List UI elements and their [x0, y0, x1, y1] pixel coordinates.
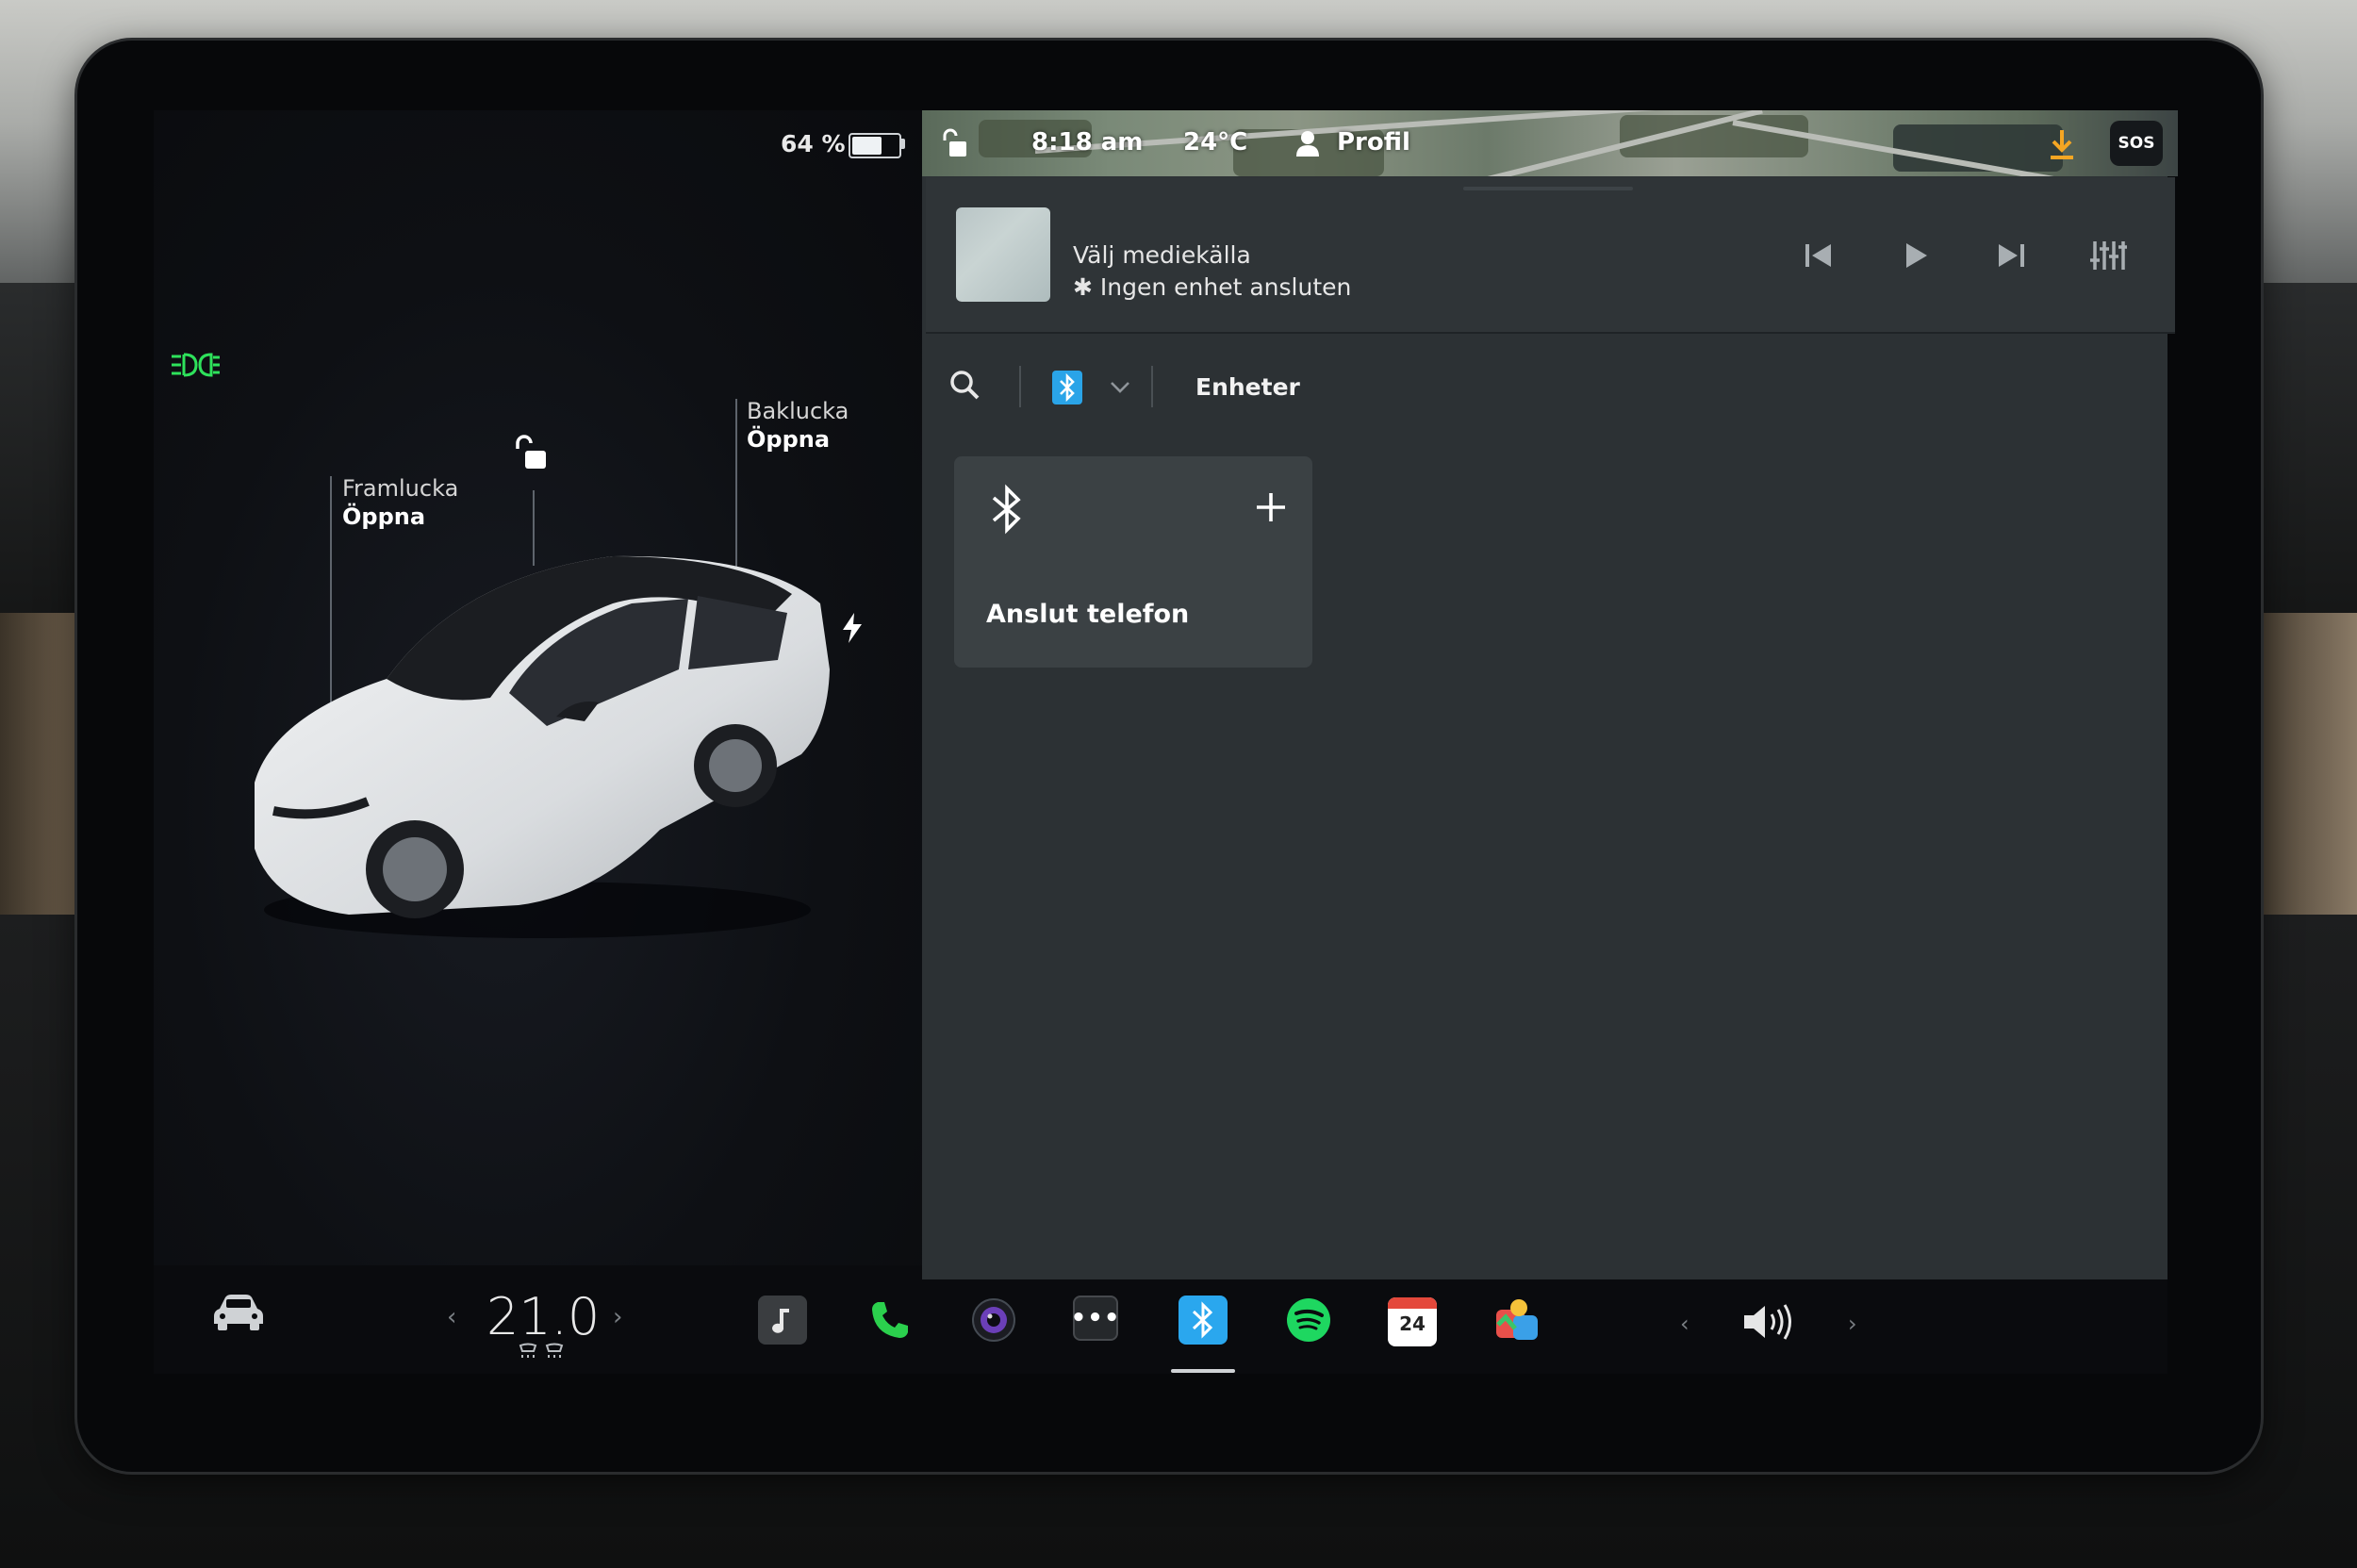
camera-lens-icon — [972, 1298, 1015, 1342]
tab-devices[interactable]: Enheter — [1195, 373, 1300, 401]
frunk-label: Framlucka — [342, 475, 459, 502]
active-app-indicator — [1171, 1369, 1235, 1373]
battery-percent: 64 % — [781, 130, 846, 157]
car-icon[interactable] — [212, 1292, 265, 1331]
cabin-temperature[interactable]: 21.0 — [486, 1287, 600, 1346]
bluetooth-icon[interactable] — [1178, 1296, 1228, 1345]
phone-icon[interactable] — [865, 1296, 915, 1345]
media-subtitle-text: Ingen enhet ansluten — [1099, 273, 1352, 301]
play-icon[interactable] — [1901, 240, 1931, 271]
sos-label: SOS — [2118, 134, 2155, 153]
frunk-action: Öppna — [342, 503, 426, 530]
car-image — [255, 555, 830, 938]
battery-fill — [852, 137, 882, 155]
spotify-icon[interactable] — [1284, 1296, 1333, 1345]
media-source-title[interactable]: Välj mediekälla — [1073, 241, 1251, 269]
calendar-header — [1388, 1297, 1437, 1309]
toolbar-divider — [1019, 366, 1021, 407]
charge-port-icon[interactable] — [839, 611, 865, 645]
toolbar-divider — [1151, 366, 1153, 407]
clock: 8:18 am — [1031, 128, 1144, 157]
equalizer-icon[interactable] — [2089, 239, 2127, 272]
battery-icon — [849, 133, 901, 158]
padlock-icon[interactable] — [940, 127, 970, 159]
connect-phone-label: Anslut telefon — [986, 600, 1190, 629]
trunk-open-button[interactable]: Baklucka Öppna — [747, 397, 849, 454]
search-icon[interactable] — [948, 369, 981, 401]
chevron-down-icon[interactable] — [1109, 377, 1131, 396]
album-art[interactable] — [956, 207, 1050, 302]
trunk-label: Baklucka — [747, 398, 849, 424]
skip-back-icon[interactable] — [1803, 240, 1835, 271]
drag-handle[interactable] — [1463, 187, 1633, 190]
spotify-logo-icon — [1287, 1298, 1330, 1342]
bluetooth-small-icon: ✱ — [1073, 273, 1093, 301]
bluetooth-glyph-icon — [1192, 1301, 1213, 1339]
volume-up-button[interactable]: › — [1848, 1311, 1857, 1337]
bluetooth-source-button[interactable] — [1052, 371, 1082, 404]
trunk-action: Öppna — [747, 426, 831, 453]
battery-tip — [901, 139, 905, 149]
add-icon[interactable] — [1254, 490, 1288, 524]
outside-temperature: 24°C — [1183, 128, 1248, 157]
headlight-icon — [172, 353, 220, 377]
volume-icon[interactable] — [1740, 1301, 1797, 1343]
temp-down-button[interactable]: ‹ — [447, 1303, 456, 1331]
unlock-icon[interactable] — [512, 434, 550, 471]
phone-handset-icon — [872, 1302, 908, 1338]
media-source-subtitle: ✱ Ingen enhet ansluten — [1073, 273, 1351, 301]
music-icon[interactable] — [758, 1296, 807, 1345]
seat-heater-icon[interactable] — [517, 1342, 569, 1359]
skip-forward-icon[interactable] — [1995, 240, 2027, 271]
toybox-icon[interactable] — [1493, 1296, 1542, 1345]
calendar-icon[interactable]: 24 — [1388, 1297, 1437, 1346]
download-icon[interactable] — [2048, 128, 2076, 160]
calendar-day: 24 — [1399, 1312, 1426, 1335]
temp-up-button[interactable]: › — [613, 1303, 622, 1331]
bluetooth-icon — [992, 484, 1021, 535]
more-icon[interactable]: ••• — [1070, 1296, 1121, 1341]
toybox-glyph-icon — [1496, 1299, 1538, 1340]
camera-icon[interactable] — [969, 1296, 1018, 1345]
profile-icon[interactable] — [1294, 129, 1322, 157]
sos-button[interactable]: SOS — [2110, 121, 2163, 166]
bluetooth-icon — [1060, 372, 1075, 403]
volume-down-button[interactable]: ‹ — [1680, 1311, 1689, 1337]
ellipsis-icon: ••• — [1070, 1304, 1121, 1332]
frunk-open-button[interactable]: Framlucka Öppna — [342, 474, 458, 531]
music-note-icon — [772, 1309, 789, 1333]
profile-button[interactable]: Profil — [1337, 128, 1410, 157]
